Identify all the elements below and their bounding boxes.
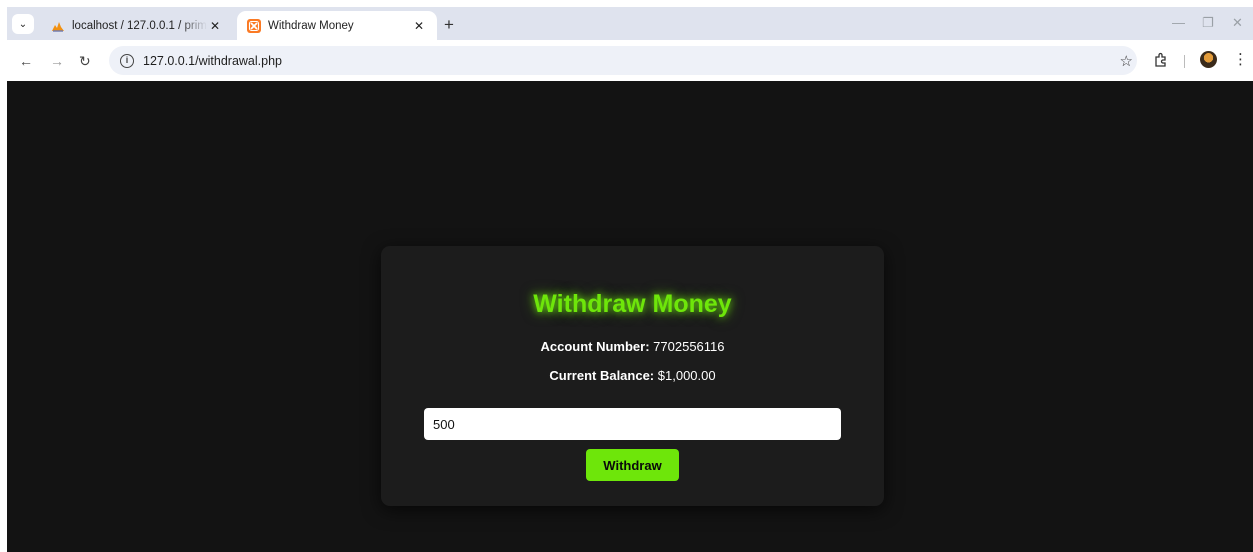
tab-title: Withdraw Money	[268, 19, 354, 32]
account-number-label: Account Number:	[540, 339, 650, 354]
withdraw-button[interactable]: Withdraw	[586, 449, 679, 481]
withdraw-amount-input[interactable]	[424, 408, 841, 440]
close-window-icon[interactable]: ✕	[1232, 15, 1243, 31]
tab-phpmyadmin[interactable]: localhost / 127.0.0.1 / primebank ✕	[41, 11, 233, 40]
toolbar-divider	[1184, 55, 1185, 68]
bookmark-star-icon[interactable]: ☆	[1120, 52, 1133, 70]
tab-title: localhost / 127.0.0.1 / primebank	[72, 19, 207, 32]
tab-strip: ⌄ localhost / 127.0.0.1 / primebank ✕ Wi…	[7, 7, 1253, 40]
tab-withdraw-money[interactable]: Withdraw Money ✕	[237, 11, 437, 40]
back-icon[interactable]: ←	[19, 53, 33, 69]
current-balance-label: Current Balance:	[549, 368, 655, 383]
browser-toolbar: ← → ↻ i 127.0.0.1/withdrawal.php ☆ ⋮	[7, 40, 1253, 81]
tab-search-button[interactable]: ⌄	[12, 14, 34, 34]
chevron-down-icon: ⌄	[18, 18, 28, 30]
restore-icon[interactable]: ❐	[1202, 15, 1214, 31]
account-number-line: Account Number: 7702556116	[381, 339, 884, 354]
current-balance-line: Current Balance: $1,000.00	[381, 368, 884, 383]
address-bar[interactable]: i 127.0.0.1/withdrawal.php ☆	[109, 46, 1137, 75]
more-menu-icon[interactable]: ⋮	[1233, 50, 1248, 68]
current-balance-value: $1,000.00	[657, 368, 716, 383]
close-icon[interactable]: ✕	[207, 19, 223, 33]
forward-icon[interactable]: →	[50, 53, 64, 69]
minimize-icon[interactable]: —	[1172, 15, 1185, 30]
page-title: Withdraw Money	[533, 290, 732, 318]
account-number-value: 7702556116	[653, 339, 725, 354]
page-body: Withdraw Money Account Number: 770255611…	[7, 81, 1253, 552]
reload-icon[interactable]: ↻	[79, 53, 91, 70]
phpmyadmin-icon	[52, 21, 64, 32]
xampp-icon	[247, 18, 261, 33]
browser-window: ⌄ localhost / 127.0.0.1 / primebank ✕ Wi…	[7, 7, 1253, 552]
close-icon[interactable]: ✕	[411, 19, 427, 33]
profile-avatar[interactable]	[1200, 51, 1217, 68]
extensions-icon[interactable]	[1153, 52, 1168, 67]
withdraw-card: Withdraw Money Account Number: 770255611…	[381, 246, 884, 506]
url-text: 127.0.0.1/withdrawal.php	[143, 53, 282, 68]
site-info-icon[interactable]: i	[120, 53, 134, 68]
new-tab-button[interactable]: +	[444, 15, 454, 35]
